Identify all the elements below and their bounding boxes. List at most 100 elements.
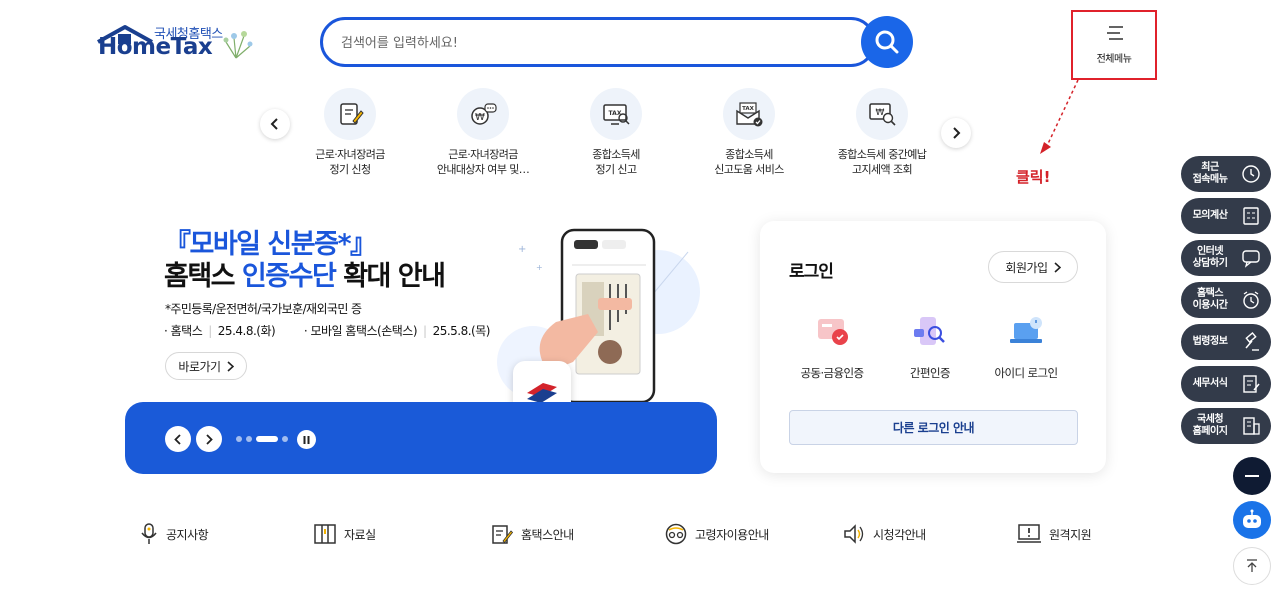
certificate-login-option[interactable]: 공동·금융인증 <box>782 315 882 381</box>
bottom-link-label: 공지사항 <box>166 527 209 542</box>
other-login-guide-button[interactable]: 다른 로그인 안내 <box>789 410 1078 445</box>
won-magnifier-icon: ₩ <box>856 88 908 140</box>
chevron-left-icon <box>174 433 181 445</box>
quick-service-line1: 근로·자녀장려금 <box>448 148 518 161</box>
flower-decoration-icon <box>223 31 253 59</box>
side-label-line2: 이용시간 <box>1192 300 1228 311</box>
search-input[interactable] <box>341 30 841 56</box>
side-label-line1: 모의계산 <box>1192 210 1228 221</box>
side-online-consult-button[interactable]: 인터넷 상담하기 <box>1181 240 1271 276</box>
side-law-info-button[interactable]: 법령정보 <box>1181 324 1271 360</box>
pause-icon <box>303 435 310 444</box>
goto-button[interactable]: 바로가기 <box>165 352 247 380</box>
side-recent-menu-button[interactable]: 최근 접속메뉴 <box>1181 156 1271 192</box>
pagination-dot-active[interactable] <box>256 436 278 442</box>
quick-service-line2: 고지세액 조회 <box>851 163 913 176</box>
chatbot-button[interactable] <box>1233 501 1271 539</box>
quick-service-line2: 정기 신청 <box>329 163 372 176</box>
date1-label: · 홈택스 <box>164 324 203 338</box>
svg-text:TAX: TAX <box>742 106 755 112</box>
search-bar <box>320 17 876 67</box>
date1-value: 25.4.8.(화) <box>217 324 276 338</box>
remote-support-link[interactable]: 원격지원 <box>1017 520 1092 548</box>
side-label-line1: 최근 <box>1201 162 1219 173</box>
search-icon <box>875 30 899 54</box>
banner-pause-button[interactable] <box>297 430 316 449</box>
login-panel: 로그인 회원가입 공동·금융인증 간편인증 아이디 로그인 다른 로그인 안내 <box>760 221 1106 473</box>
banner-next-button[interactable] <box>196 426 222 452</box>
pen-document-icon <box>492 525 513 544</box>
quick-service-item[interactable]: ₩ 근로·자녀장려금 안내대상자 여부 및… <box>418 88 548 177</box>
banner-prev-button[interactable] <box>165 426 191 452</box>
certificate-icon <box>818 319 848 345</box>
pagination-dot[interactable] <box>236 436 242 442</box>
signup-label: 회원가입 <box>1005 260 1048 275</box>
quick-service-line2: 신고도움 서비스 <box>714 163 784 176</box>
speaker-icon <box>844 524 864 544</box>
chevron-right-icon <box>1054 261 1061 273</box>
tax-envelope-icon: TAX <box>723 88 775 140</box>
banner-subtitle: *주민등록/운전면허/국가보훈/재외국민 증 <box>165 302 362 316</box>
alarm-icon <box>1239 288 1263 312</box>
minus-icon <box>1245 475 1259 477</box>
simple-auth-login-option[interactable]: 간편인증 <box>880 315 980 381</box>
coin-chat-icon: ₩ <box>457 88 509 140</box>
annotation-arrow <box>1040 79 1079 154</box>
laptop-power-icon <box>1010 317 1042 343</box>
quick-service-item[interactable]: TAX 종합소득세정기 신고 <box>551 88 681 177</box>
search-button[interactable] <box>861 16 913 68</box>
pagination-dot[interactable] <box>282 436 288 442</box>
side-label-line2: 접속메뉴 <box>1192 174 1228 185</box>
banner-pagination <box>236 436 288 442</box>
building-icon <box>1239 414 1263 438</box>
bottom-link-label: 시청각안내 <box>873 527 926 542</box>
phone-magnifier-icon <box>914 317 945 345</box>
banner-title-part: 홈택스 <box>164 261 242 292</box>
monitor-alert-icon <box>1017 524 1041 543</box>
click-annotation: 클릭! <box>1016 168 1051 186</box>
quick-service-item[interactable]: ₩ 종합소득세 중간예납고지세액 조회 <box>817 88 947 177</box>
senior-guide-link[interactable]: 고령자이용안내 <box>665 520 769 548</box>
document-pen-icon <box>324 88 376 140</box>
login-option-label: 아이디 로그인 <box>994 366 1059 380</box>
login-title: 로그인 <box>789 262 834 282</box>
quick-service-item[interactable]: TAX 종합소득세 신고도움 서비스 <box>684 88 814 177</box>
hamburger-icon <box>1107 26 1123 40</box>
side-tax-forms-button[interactable]: 세무서식 <box>1181 366 1271 402</box>
goto-label: 바로가기 <box>178 359 221 374</box>
quick-service-line1: 종합소득세 중간예납 <box>837 148 927 161</box>
archive-link[interactable]: 자료실 <box>314 520 376 548</box>
id-login-option[interactable]: 아이디 로그인 <box>976 315 1076 381</box>
bottom-link-label: 홈택스안내 <box>521 527 574 542</box>
side-nts-homepage-button[interactable]: 국세청 홈페이지 <box>1181 408 1271 444</box>
chevron-right-icon <box>206 433 213 445</box>
chat-icon <box>1239 246 1263 270</box>
side-label-line1: 법령정보 <box>1192 336 1228 347</box>
book-icon <box>314 524 336 544</box>
signup-button[interactable]: 회원가입 <box>988 251 1078 283</box>
side-label-line2: 상담하기 <box>1192 258 1228 269</box>
bottom-link-label: 원격지원 <box>1049 527 1092 542</box>
tax-monitor-icon: TAX <box>590 88 642 140</box>
gavel-icon <box>1239 330 1263 354</box>
clock-icon <box>1239 162 1263 186</box>
calculator-icon <box>1239 204 1263 228</box>
date2-label: · 모바일 홈택스(손택스) <box>303 324 418 338</box>
side-label-line1: 인터넷 <box>1196 246 1224 257</box>
side-mock-calc-button[interactable]: 모의계산 <box>1181 198 1271 234</box>
side-service-hours-button[interactable]: 홈택스 이용시간 <box>1181 282 1271 318</box>
pagination-dot[interactable] <box>246 436 252 442</box>
hometax-logo[interactable]: 국세청홈택스 HomeTax <box>96 22 266 66</box>
collapse-side-menu-button[interactable] <box>1233 457 1271 495</box>
quick-service-item[interactable]: 근로·자녀장려금 정기 신청 <box>285 88 415 177</box>
banner-dates: · 홈택스 | 25.4.8.(화) · 모바일 홈택스(손택스) | 25.5.8.(… <box>164 324 490 338</box>
hometax-guide-link[interactable]: 홈택스안내 <box>491 520 574 548</box>
full-menu-button[interactable]: 전체메뉴 <box>1071 10 1157 80</box>
quick-service-line2: 정기 신고 <box>595 163 638 176</box>
scroll-top-button[interactable] <box>1233 547 1271 585</box>
quick-service-line1: 종합소득세 <box>592 148 640 161</box>
notice-link[interactable]: 공지사항 <box>140 520 209 548</box>
bottom-link-label: 고령자이용안내 <box>695 527 769 542</box>
full-menu-label: 전체메뉴 <box>1096 54 1132 65</box>
audiovisual-guide-link[interactable]: 시청각안내 <box>843 520 926 548</box>
